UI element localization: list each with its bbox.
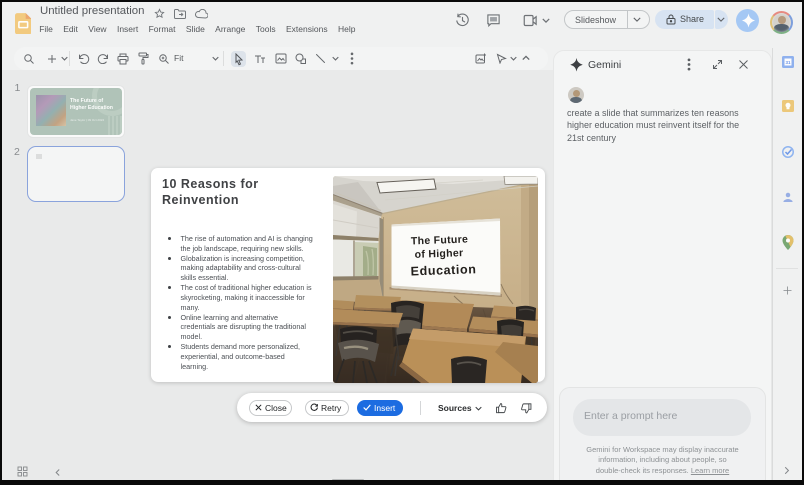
svg-text:The Future: The Future [411,233,469,247]
svg-text:Education: Education [410,262,476,278]
svg-text:31: 31 [785,60,791,65]
svg-text:of Higher: of Higher [414,247,463,261]
